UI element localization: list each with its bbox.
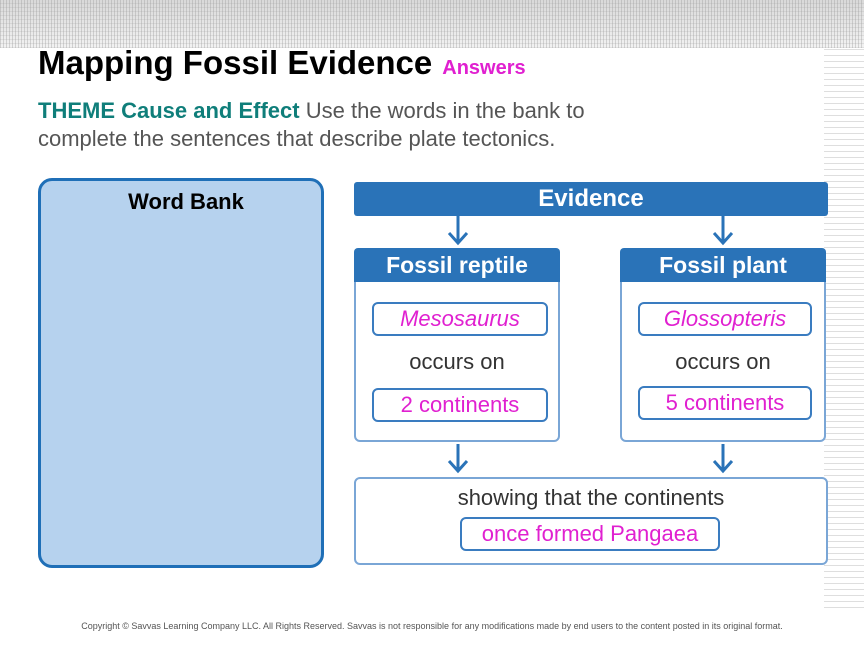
decorative-right-band	[824, 48, 864, 608]
slide: Mapping Fossil Evidence Answers THEME Ca…	[0, 0, 864, 648]
theme-label: THEME Cause and Effect	[38, 98, 300, 123]
result-box: showing that the continents once formed …	[354, 477, 828, 565]
plant-continents-answer: 5 continents	[638, 386, 812, 420]
arrow-down-icon	[447, 444, 469, 474]
result-text: showing that the continents	[457, 485, 725, 510]
fossil-reptile-box: Fossil reptile Mesosaurus occurs on 2 co…	[354, 248, 560, 442]
page-title: Mapping Fossil Evidence	[38, 44, 433, 81]
fossil-reptile-answer: Mesosaurus	[372, 302, 548, 336]
instructions: THEME Cause and Effect Use the words in …	[38, 97, 678, 153]
answers-label: Answers	[442, 57, 526, 79]
fossil-plant-box: Fossil plant Glossopteris occurs on 5 co…	[620, 248, 826, 442]
arrow-down-icon	[712, 216, 734, 246]
result-answer: once formed Pangaea	[460, 517, 720, 551]
title-row: Mapping Fossil Evidence Answers	[38, 44, 526, 82]
arrow-down-icon	[447, 216, 469, 246]
word-bank-panel: Word Bank	[38, 178, 324, 568]
evidence-header: Evidence	[354, 182, 828, 216]
fossil-plant-answer: Glossopteris	[638, 302, 812, 336]
reptile-continents-answer: 2 continents	[372, 388, 548, 422]
occurs-on-label: occurs on	[675, 349, 771, 374]
word-bank-title: Word Bank	[128, 189, 244, 214]
occurs-on-label: occurs on	[409, 349, 505, 374]
decorative-top-band	[0, 0, 864, 48]
copyright-notice: Copyright © Savvas Learning Company LLC.…	[81, 621, 783, 631]
fossil-reptile-header: Fossil reptile	[354, 248, 560, 282]
arrow-down-icon	[712, 444, 734, 474]
fossil-plant-header: Fossil plant	[620, 248, 826, 282]
